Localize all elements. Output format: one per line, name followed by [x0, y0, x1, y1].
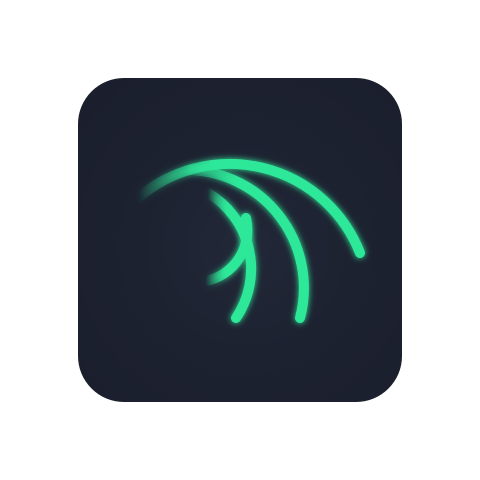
- icon-canvas: [0, 0, 480, 480]
- swirl-logo-icon: [133, 158, 365, 323]
- app-icon[interactable]: [78, 78, 402, 402]
